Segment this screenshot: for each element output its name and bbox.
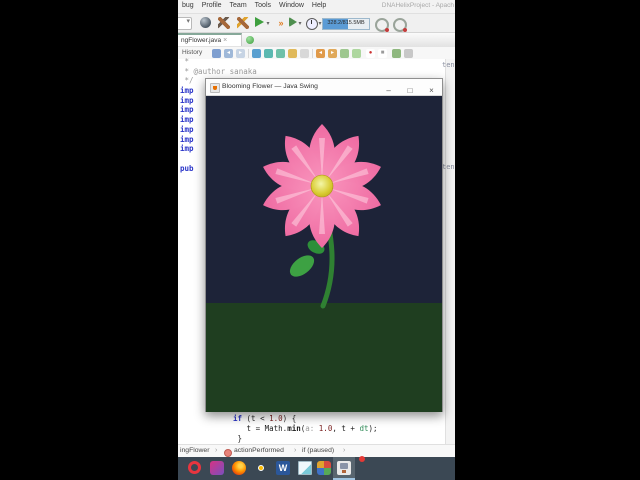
- taskbar: W: [178, 457, 455, 480]
- code-right-fragment-bottom: tene: [442, 163, 455, 171]
- ground: [206, 303, 442, 412]
- breadcrumb-block[interactable]: if (paused): [302, 447, 334, 454]
- chevron-icon: ›: [215, 447, 218, 454]
- code-line: *: [180, 57, 190, 66]
- breadcrumb-class[interactable]: ingFlower: [180, 447, 209, 454]
- store-icon[interactable]: [317, 461, 331, 475]
- menu-bar: bug Profile Team Tools Window Help DNAHelixPr…: [178, 0, 455, 14]
- shift-right-icon[interactable]: ▸: [328, 49, 337, 58]
- run-dropdown-icon[interactable]: ▾: [265, 21, 271, 27]
- tab-bloomingflower-java[interactable]: ngFlower.java ×: [178, 33, 242, 46]
- editor-tab-bar: ngFlower.java ×: [178, 33, 455, 48]
- configuration-combo[interactable]: [178, 17, 192, 30]
- toggle-highlight-icon[interactable]: [288, 49, 297, 58]
- swing-title-bar[interactable]: Blooming Flower — Java Swing – □ ×: [206, 79, 442, 96]
- letterbox-right: [455, 0, 640, 480]
- menu-items[interactable]: bug Profile Team Tools Window Help: [178, 2, 330, 9]
- screenshot-stage: bug Profile Team Tools Window Help DNAHelixPr…: [0, 0, 640, 480]
- file-run-status-icon: [246, 36, 254, 44]
- firefox-icon[interactable]: [232, 461, 246, 475]
- code-line: t = Math.min(a: 1.0, t + dt);: [233, 424, 378, 433]
- stop-macro-icon[interactable]: ■: [378, 49, 387, 58]
- menu-item[interactable]: Tools: [251, 0, 275, 9]
- find-previous-icon[interactable]: [276, 49, 285, 58]
- netbeans-app-icon[interactable]: [337, 461, 351, 475]
- code-line: }: [233, 434, 243, 443]
- flower-canvas: [206, 96, 442, 412]
- code-line: if (t < 1.0) {: [233, 414, 297, 423]
- menu-item[interactable]: Window: [275, 0, 308, 9]
- debug-icon[interactable]: [289, 17, 297, 27]
- clean-build-icon[interactable]: [237, 17, 249, 29]
- swing-window[interactable]: Blooming Flower — Java Swing – □ ×: [205, 78, 443, 412]
- word-icon[interactable]: W: [276, 461, 290, 475]
- notes-icon[interactable]: [298, 461, 312, 475]
- uncomment-icon[interactable]: [352, 49, 361, 58]
- ide-screen: bug Profile Team Tools Window Help DNAHelixPr…: [178, 0, 455, 480]
- menu-item[interactable]: bug: [178, 0, 198, 9]
- history-label[interactable]: History: [182, 49, 202, 56]
- tab-close-icon[interactable]: ×: [223, 37, 227, 44]
- comment-icon[interactable]: [340, 49, 349, 58]
- flower-center: [310, 174, 334, 198]
- opera-icon[interactable]: [188, 461, 201, 474]
- mail-app-icon[interactable]: [210, 461, 224, 475]
- code-bottom-fragment: if (t < 1.0) { t = Math.min(a: 1.0, t + …: [233, 414, 378, 444]
- letterbox-left: [0, 0, 178, 480]
- error-stripe[interactable]: [445, 59, 455, 444]
- debug-dropdown-icon[interactable]: ▾: [297, 21, 303, 27]
- ide-window-title: DNAHelixProject - Apach: [381, 2, 454, 9]
- swing-window-title: Blooming Flower — Java Swing: [222, 83, 318, 90]
- misc-editor-icon[interactable]: [404, 49, 413, 58]
- breadcrumb-method[interactable]: actionPerformed: [234, 447, 284, 454]
- rerun-icon[interactable]: »: [275, 17, 287, 29]
- garbage-collect-profile-icon[interactable]: [393, 18, 407, 32]
- build-hammer-icon[interactable]: [218, 17, 230, 29]
- menu-item[interactable]: Team: [226, 0, 251, 9]
- java-cup-icon: [210, 83, 220, 93]
- toolbar-separator: [312, 49, 313, 58]
- menu-item[interactable]: Profile: [198, 0, 226, 9]
- code-line: * @author sanaka: [180, 66, 257, 76]
- method-icon: [224, 448, 232, 457]
- memory-meter-label: 328.2/815.5MB: [327, 20, 365, 26]
- memory-meter[interactable]: 328.2/815.5MB: [322, 18, 370, 30]
- tab-label: ngFlower.java: [181, 37, 222, 44]
- main-toolbar: ▾ » ▾ ▾ 328.2/815.5MB: [178, 14, 455, 33]
- code-right-fragment-top: tene: [442, 61, 455, 69]
- insert-code-icon[interactable]: [392, 49, 401, 58]
- select-in-projects-icon[interactable]: [300, 49, 309, 58]
- chevron-icon: ›: [294, 447, 297, 454]
- find-next-icon[interactable]: [264, 49, 273, 58]
- record-macro-icon[interactable]: ●: [366, 49, 375, 58]
- garbage-collect-icon[interactable]: [375, 18, 389, 32]
- run-icon[interactable]: [255, 17, 264, 27]
- menu-item[interactable]: Help: [308, 0, 330, 9]
- deploy-globe-icon[interactable]: [200, 17, 211, 28]
- shift-left-icon[interactable]: ◂: [316, 49, 325, 58]
- chevron-icon: ›: [343, 447, 346, 454]
